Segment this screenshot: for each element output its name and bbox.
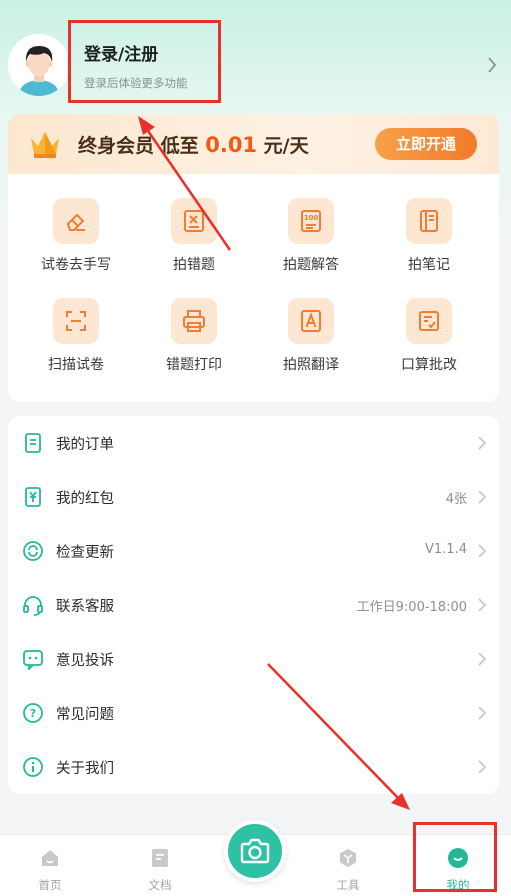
highlight-box-login	[68, 20, 221, 103]
nav-tools[interactable]: 工具	[298, 835, 398, 896]
menu-item-faq[interactable]: ? 常见问题	[8, 686, 499, 740]
nav-label: 首页	[38, 878, 62, 892]
svg-text:100: 100	[304, 214, 319, 222]
chevron-right-icon	[478, 490, 487, 504]
tool-label: 错题打印	[166, 357, 222, 373]
menu-label: 我的订单	[56, 437, 114, 453]
menu-label: 常见问题	[56, 707, 114, 723]
tool-photo-translate[interactable]: 拍照翻译	[256, 298, 366, 394]
feature-card: 终身会员 低至 0.01 元/天 立即开通 试卷去手写 拍错题 100 拍题解答	[8, 114, 499, 402]
menu-item-red-packets[interactable]: 我的红包 4张	[8, 470, 499, 524]
printer-icon	[171, 298, 217, 344]
scan-icon	[53, 298, 99, 344]
activate-vip-button[interactable]: 立即开通	[375, 128, 477, 160]
wrong-question-icon	[171, 198, 217, 244]
tool-label: 拍题解答	[283, 257, 339, 273]
home-icon	[42, 850, 58, 866]
eraser-icon	[53, 198, 99, 244]
crown-icon	[31, 132, 59, 158]
tool-scan-paper[interactable]: 扫描试卷	[21, 298, 131, 394]
menu-label: 意见投诉	[56, 653, 114, 669]
chevron-right-icon	[478, 706, 487, 720]
chevron-right-icon	[478, 436, 487, 450]
vip-text-prefix: 终身会员 低至	[78, 135, 206, 157]
headset-icon	[23, 596, 43, 616]
tool-label: 拍错题	[173, 257, 215, 273]
translate-icon	[288, 298, 334, 344]
nav-label: 工具	[336, 878, 360, 892]
nav-home[interactable]: 首页	[0, 835, 100, 896]
menu-value: V1.1.4	[425, 542, 467, 557]
solve-question-icon: 100	[288, 198, 334, 244]
question-icon: ?	[23, 703, 43, 723]
refresh-icon	[23, 541, 43, 561]
chevron-right-icon	[478, 652, 487, 666]
menu-item-customer-service[interactable]: 联系客服 工作日9:00-18:00	[8, 578, 499, 632]
camera-button[interactable]	[224, 820, 286, 882]
menu-label: 我的红包	[56, 491, 114, 507]
highlight-box-mine-tab	[413, 822, 497, 892]
info-icon	[23, 757, 43, 777]
order-icon	[25, 433, 41, 453]
tool-label: 扫描试卷	[48, 357, 104, 373]
tool-label: 拍笔记	[408, 257, 450, 273]
vip-price: 0.01	[205, 133, 258, 157]
tool-wrong-question[interactable]: 拍错题	[139, 198, 249, 294]
notebook-icon	[406, 198, 452, 244]
tool-remove-handwriting[interactable]: 试卷去手写	[21, 198, 131, 294]
menu-item-feedback[interactable]: 意见投诉	[8, 632, 499, 686]
menu-value: 工作日9:00-18:00	[356, 600, 467, 615]
avatar[interactable]	[8, 34, 70, 96]
tool-label: 口算批改	[401, 357, 457, 373]
menu-item-check-update[interactable]: 检查更新 V1.1.4	[8, 524, 499, 578]
camera-icon	[240, 838, 270, 864]
chevron-right-icon[interactable]	[485, 55, 499, 75]
menu-value: 4张	[445, 492, 467, 507]
menu-label: 关于我们	[56, 761, 114, 777]
chevron-right-icon	[478, 598, 487, 612]
vip-banner[interactable]: 终身会员 低至 0.01 元/天 立即开通	[8, 114, 499, 174]
chevron-right-icon	[478, 760, 487, 774]
tool-solve-question[interactable]: 100 拍题解答	[256, 198, 366, 294]
svg-text:?: ?	[30, 707, 36, 720]
feedback-icon	[23, 650, 43, 670]
red-packet-icon	[25, 487, 41, 507]
vip-text-suffix: 元/天	[257, 135, 309, 157]
chevron-right-icon	[478, 544, 487, 558]
menu-label: 联系客服	[56, 599, 114, 615]
tool-oral-grading[interactable]: 口算批改	[374, 298, 484, 394]
tool-notes[interactable]: 拍笔记	[374, 198, 484, 294]
tools-cube-icon	[340, 849, 356, 867]
nav-label: 文档	[148, 878, 172, 892]
grading-icon	[406, 298, 452, 344]
nav-docs[interactable]: 文档	[110, 835, 210, 896]
tool-label: 试卷去手写	[41, 257, 111, 273]
tool-print-wrong[interactable]: 错题打印	[139, 298, 249, 394]
settings-menu: 我的订单 我的红包 4张 检查更新 V1.1.4 联系客服 工作日9:00-18…	[8, 416, 499, 794]
tool-label: 拍照翻译	[283, 357, 339, 373]
menu-item-about[interactable]: 关于我们	[8, 740, 499, 794]
tool-grid: 试卷去手写 拍错题 100 拍题解答 拍笔记 扫描试卷 错题打印 拍照翻译 口算…	[8, 190, 499, 400]
menu-item-orders[interactable]: 我的订单	[8, 416, 499, 470]
menu-label: 检查更新	[56, 545, 114, 561]
vip-offer-text: 终身会员 低至 0.01 元/天	[78, 131, 309, 158]
document-icon	[152, 849, 168, 867]
